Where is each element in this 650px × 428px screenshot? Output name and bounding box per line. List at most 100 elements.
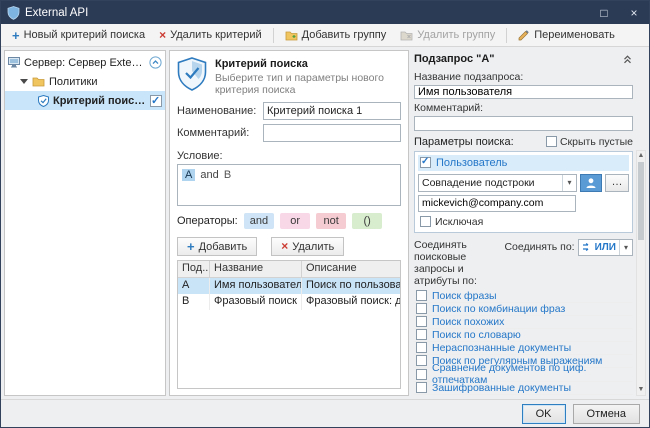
close-button[interactable]: × — [619, 1, 649, 24]
dialog-window: External API □ × + Новый критерий поиска… — [0, 0, 650, 428]
name-label: Наименование: — [177, 105, 259, 117]
option-checkbox[interactable] — [416, 355, 427, 366]
exclude-toggle[interactable]: Исключая — [418, 215, 629, 229]
user-checkbox[interactable] — [420, 157, 431, 168]
vertical-scrollbar[interactable]: ▲ ▼ — [636, 150, 646, 396]
toolbar-separator — [506, 28, 507, 43]
collapse-all-button[interactable] — [622, 54, 633, 65]
join-by-label: Соединять по: — [504, 241, 574, 253]
operator-not-button[interactable]: not — [316, 213, 346, 229]
tree-item-server[interactable]: Сервер: Сервер External API 1 — [5, 53, 165, 72]
hide-empty-checkbox[interactable] — [546, 136, 557, 147]
table-empty-area — [178, 310, 400, 388]
params-scroll-area[interactable]: Пользователь Совпадение подстроки ▾ … — [414, 151, 633, 396]
condition-token-a[interactable]: A — [182, 169, 195, 181]
toolbar: + Новый критерий поиска × Удалить критер… — [1, 24, 649, 47]
table-header[interactable]: Под... Название Описание — [178, 261, 400, 278]
ok-button[interactable]: OK — [522, 404, 566, 424]
criterion-checkbox[interactable] — [150, 95, 162, 107]
column-header-name[interactable]: Название — [210, 261, 302, 277]
option-checkbox[interactable] — [416, 382, 427, 393]
cancel-button[interactable]: Отмена — [573, 404, 640, 424]
user-label[interactable]: Пользователь — [436, 157, 507, 169]
subquery-name-label: Название подзапроса: — [414, 71, 633, 83]
rename-icon — [518, 29, 530, 41]
column-header-desc[interactable]: Описание — [302, 261, 400, 277]
option-encrypted-documents[interactable]: Зашифрованные документы — [414, 382, 633, 395]
user-value-input[interactable] — [418, 195, 576, 212]
collapse-circle-button[interactable] — [149, 56, 162, 69]
title-bar[interactable]: External API □ × — [1, 1, 649, 24]
chevron-down-icon: ▾ — [562, 175, 576, 191]
plus-icon: + — [12, 30, 20, 41]
window-title: External API — [25, 7, 88, 19]
scrollbar-thumb[interactable] — [638, 162, 644, 240]
editor-title: Критерий поиска — [215, 58, 401, 70]
criterion-name-input[interactable] — [263, 102, 401, 120]
join-by-select[interactable]: ИЛИ ▾ — [578, 239, 633, 256]
option-checkbox[interactable] — [416, 329, 427, 340]
option-unrecognized-documents[interactable]: Нераспознанные документы — [414, 342, 633, 355]
add-group-button[interactable]: Добавить группу — [278, 26, 394, 45]
operator-or-button[interactable]: or — [280, 213, 310, 229]
table-row[interactable]: A Имя пользователя Поиск по пользователя… — [178, 278, 400, 294]
delete-icon: × — [159, 30, 166, 41]
match-mode-select[interactable]: Совпадение подстроки ▾ — [418, 174, 577, 192]
chevron-down-icon: ▾ — [619, 240, 632, 255]
hide-empty-toggle[interactable]: Скрыть пустые — [546, 136, 633, 148]
criterion-editor: Критерий поиска Выберите тип и параметры… — [169, 50, 409, 396]
user-parameter-row[interactable]: Пользователь — [418, 155, 629, 171]
option-checkbox[interactable] — [416, 316, 427, 327]
condition-operator: and — [198, 169, 220, 181]
condition-label: Условие: — [177, 150, 401, 162]
tree-server-label: Сервер: Сервер External API 1 — [24, 57, 145, 69]
column-header-id[interactable]: Под... — [178, 261, 210, 277]
tree-item-policies[interactable]: Политики — [5, 72, 165, 91]
condition-token-b[interactable]: B — [224, 169, 231, 181]
condition-editor[interactable]: A and B — [177, 164, 401, 206]
shield-icon — [38, 95, 49, 107]
delete-subquery-button[interactable]: × Удалить — [271, 237, 344, 256]
server-icon — [8, 57, 20, 68]
rename-button[interactable]: Переименовать — [511, 26, 622, 45]
join-queries-label: Соединять поисковые запросы и атрибуты п… — [414, 239, 500, 287]
option-phrase-search[interactable]: Поиск фразы — [414, 290, 633, 303]
delete-criterion-button[interactable]: × Удалить критерий — [152, 26, 269, 45]
search-params-label: Параметры поиска: — [414, 136, 514, 148]
toolbar-separator — [273, 28, 274, 43]
tree-item-criterion[interactable]: Критерий поиска 1 — [5, 91, 165, 110]
tree-criterion-label: Критерий поиска 1 — [53, 95, 146, 107]
table-row[interactable]: B Фразовый поиск Фразовый поиск: договор — [178, 294, 400, 310]
plus-icon: + — [187, 241, 195, 252]
main-content: Сервер: Сервер External API 1 Политики — [1, 47, 649, 399]
subquery-comment-input[interactable] — [414, 116, 633, 130]
operator-parens-button[interactable]: () — [352, 213, 382, 229]
subquery-name-input[interactable] — [414, 85, 633, 99]
scroll-up-icon[interactable]: ▲ — [638, 151, 645, 161]
option-dictionary-search[interactable]: Поиск по словарю — [414, 329, 633, 342]
option-fingerprint-compare[interactable]: Сравнение документов по циф. отпечаткам — [414, 368, 633, 382]
editor-header: Критерий поиска Выберите тип и параметры… — [177, 57, 401, 96]
option-checkbox[interactable] — [416, 369, 427, 380]
option-similar-search[interactable]: Поиск похожих — [414, 316, 633, 329]
option-phrase-combination[interactable]: Поиск по комбинации фраз — [414, 303, 633, 316]
shield-large-icon — [177, 57, 207, 96]
folder-delete-icon — [400, 30, 413, 41]
scroll-down-icon[interactable]: ▼ — [638, 385, 645, 395]
operator-and-button[interactable]: and — [244, 213, 274, 229]
add-subquery-button[interactable]: + Добавить — [177, 237, 257, 256]
exclude-checkbox[interactable] — [420, 216, 431, 227]
scrollbar-track[interactable] — [637, 161, 645, 385]
option-checkbox[interactable] — [416, 342, 427, 353]
criterion-comment-input[interactable] — [263, 124, 401, 142]
maximize-button[interactable]: □ — [589, 1, 619, 24]
option-checkbox[interactable] — [416, 303, 427, 314]
browse-button[interactable]: … — [605, 174, 629, 192]
new-criterion-button[interactable]: + Новый критерий поиска — [5, 26, 152, 45]
or-icon — [582, 242, 592, 252]
delete-icon: × — [281, 241, 288, 252]
delete-group-button[interactable]: Удалить группу — [393, 26, 502, 45]
expander-icon[interactable] — [20, 79, 28, 84]
pick-user-button[interactable] — [580, 174, 602, 192]
option-checkbox[interactable] — [416, 290, 427, 301]
